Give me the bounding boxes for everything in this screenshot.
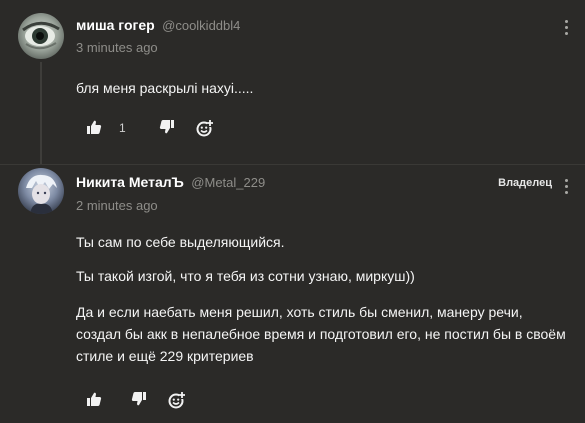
owner-badge: Владелец — [498, 177, 552, 189]
timestamp[interactable]: 3 minutes ago — [76, 40, 158, 55]
kebab-menu-icon[interactable] — [565, 179, 569, 197]
comment-paragraph: Да и если наебать меня решил, хоть стиль… — [76, 304, 566, 364]
author-handle[interactable]: @Metal_229 — [191, 175, 265, 190]
comment-header: Никита МеталЪ @Metal_229 — [76, 174, 265, 194]
timestamp[interactable]: 2 minutes ago — [76, 198, 158, 213]
like-count: 1 — [119, 121, 126, 135]
comment: Никита МеталЪ @Metal_229 2 minutes ago В… — [0, 165, 585, 423]
add-reaction-icon[interactable] — [168, 391, 186, 409]
comment: миша гогер @coolkiddbl4 3 minutes ago бл… — [0, 0, 585, 164]
kebab-menu-icon[interactable] — [565, 20, 569, 38]
avatar[interactable] — [18, 13, 64, 59]
author-name[interactable]: Никита МеталЪ — [76, 174, 184, 190]
add-reaction-icon[interactable] — [196, 119, 214, 137]
avatar[interactable] — [18, 168, 64, 214]
comment-text: бля меня раскрылі нахуі..... — [76, 80, 254, 96]
thumbs-down-icon[interactable] — [131, 391, 147, 407]
comment-paragraph: Ты сам по себе выделяющийся. — [76, 234, 285, 250]
author-name[interactable]: миша гогер — [76, 17, 155, 33]
author-handle[interactable]: @coolkiddbl4 — [162, 18, 240, 33]
thumbs-up-icon[interactable] — [86, 119, 102, 135]
comment-header: миша гогер @coolkiddbl4 — [76, 17, 240, 37]
thumbs-up-icon[interactable] — [86, 391, 102, 407]
comment-paragraph: Ты такой изгой, что я тебя из сотни узна… — [76, 268, 415, 284]
thumbs-down-icon[interactable] — [159, 119, 175, 135]
